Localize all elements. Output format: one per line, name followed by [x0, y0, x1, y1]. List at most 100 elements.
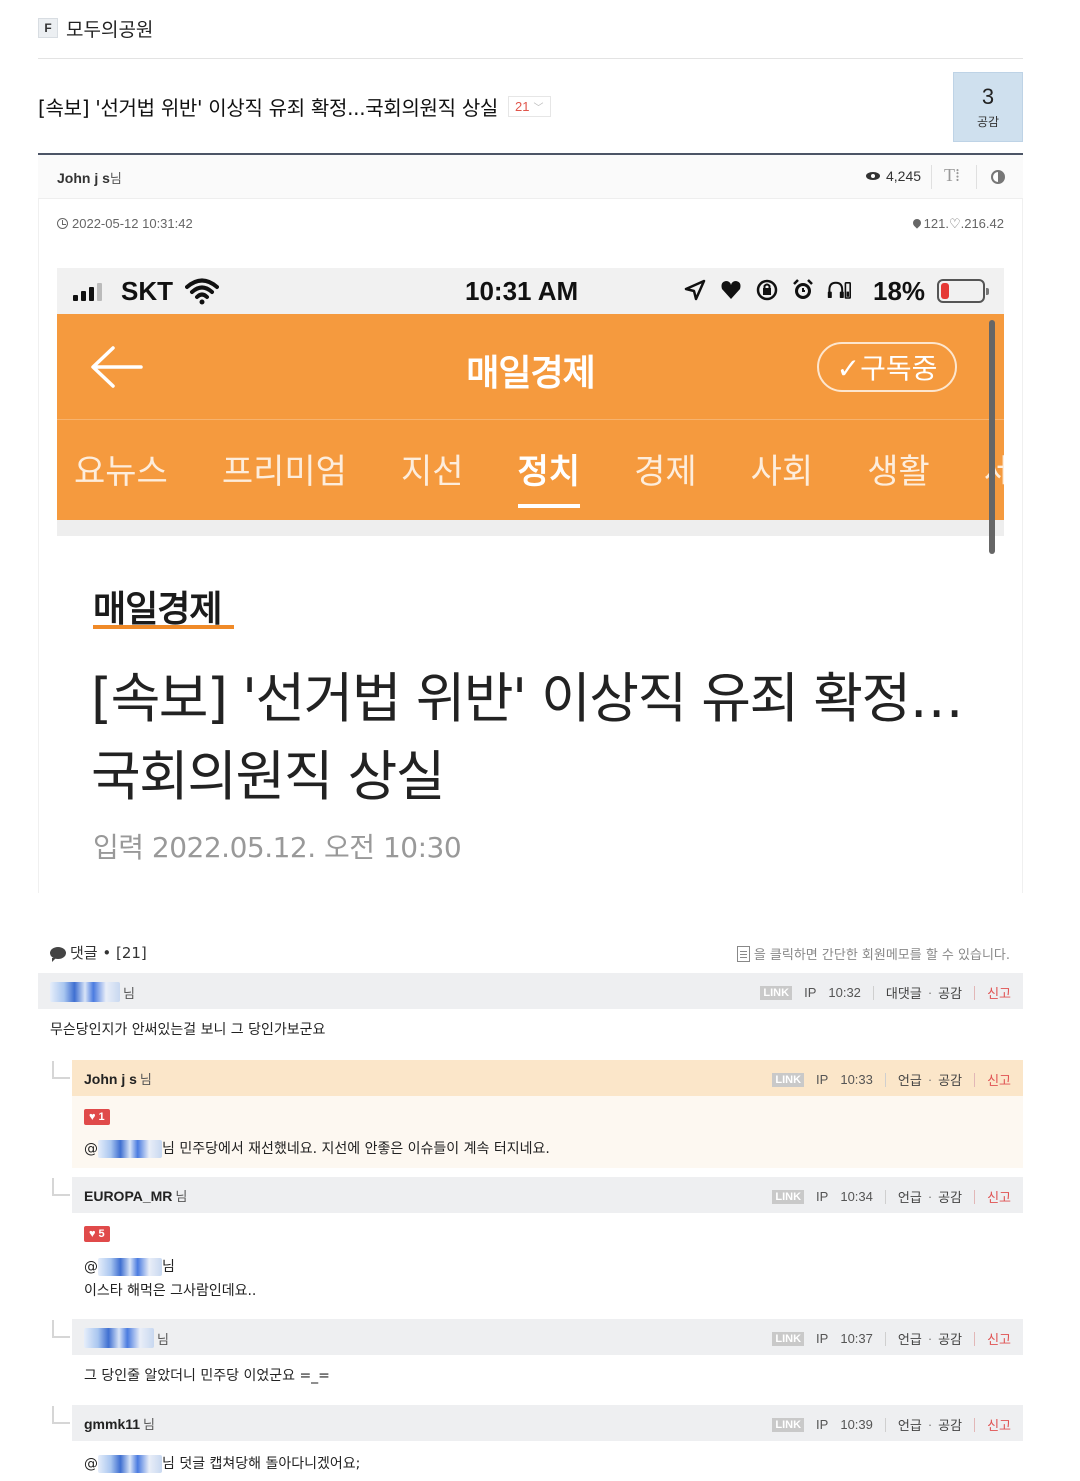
phone-status-bar: SKT 10:31 AM 18%: [57, 268, 1004, 314]
mention-button[interactable]: 언급: [898, 1187, 922, 1206]
like-count: 3: [981, 83, 995, 109]
like-button[interactable]: 3 공감: [953, 72, 1023, 142]
nickname-image: [84, 1328, 154, 1348]
tab-local-election[interactable]: 지선: [374, 444, 491, 504]
comment-author[interactable]: 님: [84, 1328, 169, 1348]
comment-author[interactable]: gmmk11 님: [84, 1414, 155, 1434]
nickname-image: [50, 982, 120, 1002]
author-bar: John j s님 4,245 T⁞: [38, 155, 1023, 199]
chevron-down-icon: ﹀: [533, 102, 544, 114]
scrollbar[interactable]: [989, 320, 995, 554]
like-comment-button[interactable]: 공감: [938, 1329, 962, 1348]
reply-indicator: [52, 1178, 70, 1196]
like-comment-button[interactable]: 공감: [938, 1070, 962, 1089]
post-date-value: 2022-05-12 10:31:42: [72, 216, 193, 231]
comment-meta: LINK IP 10:32 대댓글 · 공감 신고: [760, 983, 1011, 1002]
mention-button[interactable]: 언급: [898, 1415, 922, 1434]
comment-text: @ 님 덧글 캡쳐당해 돌아다니겠어요;: [84, 1453, 360, 1475]
contrast-icon[interactable]: [991, 170, 1005, 184]
author-suffix: 님: [157, 1332, 169, 1348]
reply-indicator: [52, 1406, 70, 1424]
divider: [884, 1417, 886, 1432]
author-suffix: 님: [123, 986, 135, 1002]
author-nick: gmmk11: [84, 1415, 141, 1432]
author-nick: EUROPA_MR: [84, 1187, 173, 1204]
tab-life[interactable]: 생활: [840, 444, 957, 504]
carrier-name: SKT: [121, 276, 173, 306]
report-button[interactable]: 신고: [987, 1070, 1011, 1089]
comment-header: EUROPA_MR 님 LINK IP 10:34 언급 · 공감 신고: [72, 1177, 1023, 1213]
memo-icon: [736, 945, 750, 962]
comment-author[interactable]: 님: [50, 982, 135, 1002]
like-comment-button[interactable]: 공감: [938, 1415, 962, 1434]
status-time: 10:31 AM: [465, 276, 579, 306]
link-button[interactable]: LINK: [760, 985, 793, 1000]
reply-button[interactable]: 대댓글: [886, 983, 922, 1002]
embedded-screenshot: SKT 10:31 AM 18% 매일경제 ✓구독중 요뉴스 프리미엄 지선 정…: [57, 268, 1004, 880]
like-comment-button[interactable]: 공감: [938, 983, 962, 1002]
link-button[interactable]: LINK: [772, 1189, 805, 1204]
category-tabs: 요뉴스 프리미엄 지선 정치 경제 사회 생활 세계: [57, 444, 1004, 508]
comment-time: 10:33: [840, 1072, 873, 1087]
tab-economy[interactable]: 경제: [607, 444, 724, 504]
post-title: [속보] '선거법 위반' 이상직 유죄 확정...국회의원직 상실: [38, 95, 499, 120]
comment-count-badge[interactable]: 21 ﹀: [508, 95, 551, 117]
article-headline: [속보] '선거법 위반' 이상직 유죄 확정…국회의원직 상실: [91, 667, 964, 808]
wifi-icon: [185, 278, 219, 305]
like-count: 1: [98, 1111, 105, 1123]
app-header: 매일경제 ✓구독중 요뉴스 프리미엄 지선 정치 경제 사회 생활 세계: [57, 314, 1004, 520]
like-badge: ♥ 1: [84, 1109, 110, 1125]
comment-author[interactable]: EUROPA_MR 님: [84, 1186, 188, 1206]
board-name[interactable]: 모두의공원: [66, 15, 153, 42]
divider: [57, 419, 1004, 420]
subscribe-button[interactable]: ✓구독중: [817, 342, 957, 392]
view-count: 4,245: [866, 168, 921, 184]
author-suffix: 님: [175, 1190, 188, 1205]
divider: [974, 1189, 976, 1204]
battery-percent: 18%: [873, 276, 926, 306]
comment-header: gmmk11 님 LINK IP 10:39 언급 · 공감 신고: [72, 1405, 1023, 1441]
author-suffix: 님: [109, 172, 122, 187]
link-button[interactable]: LINK: [772, 1072, 805, 1087]
comment-time: 10:34: [840, 1189, 873, 1204]
heart-icon: ♥: [89, 1228, 96, 1240]
dot-separator: ·: [927, 985, 933, 1000]
post-ip-value: 121.♡.216.42: [923, 216, 1004, 231]
comments-header: 댓글 • [21]: [50, 942, 147, 963]
dot-separator: ·: [927, 1417, 933, 1432]
tab-premium[interactable]: 프리미엄: [195, 444, 374, 504]
divider: [884, 1189, 886, 1204]
alarm-icon: [791, 278, 815, 302]
link-button[interactable]: LINK: [772, 1331, 805, 1346]
tab-main-news[interactable]: 요뉴스: [57, 444, 195, 504]
tab-world[interactable]: 세계: [957, 444, 1004, 504]
mention-button[interactable]: 언급: [898, 1329, 922, 1348]
link-button[interactable]: LINK: [772, 1417, 805, 1432]
divider: [976, 165, 977, 189]
memo-tip-text: 을 클릭하면 간단한 회원메모를 할 수 있습니다.: [753, 948, 1010, 963]
comment-text: 이스타 해먹은 그사람인데요..: [84, 1283, 257, 1299]
post-ip: 121.♡.216.42: [913, 216, 1004, 232]
tab-politics[interactable]: 정치: [491, 444, 608, 508]
comment-author[interactable]: John j s 님: [84, 1069, 152, 1089]
reply-indicator: [52, 1061, 70, 1079]
heart-icon: ♥: [89, 1111, 96, 1123]
report-button[interactable]: 신고: [987, 1415, 1011, 1434]
report-button[interactable]: 신고: [987, 983, 1011, 1002]
author-name[interactable]: John j s님: [57, 168, 122, 187]
mention-button[interactable]: 언급: [898, 1070, 922, 1089]
like-comment-button[interactable]: 공감: [938, 1187, 962, 1206]
post-date: 2022-05-12 10:31:42: [57, 216, 193, 231]
report-button[interactable]: 신고: [987, 1187, 1011, 1206]
author-nick: John j s: [57, 170, 110, 186]
comment-time: 10:39: [840, 1417, 873, 1432]
nickname-image: [98, 1455, 162, 1473]
divider: [974, 1417, 976, 1432]
report-button[interactable]: 신고: [987, 1329, 1011, 1348]
rotation-lock-icon: [755, 278, 779, 302]
divider: [974, 985, 976, 1000]
board-header[interactable]: F 모두의공원: [38, 12, 153, 44]
font-size-icon[interactable]: T⁞: [944, 165, 960, 186]
tab-society[interactable]: 사회: [724, 444, 841, 504]
nickname-image: [98, 1258, 162, 1276]
